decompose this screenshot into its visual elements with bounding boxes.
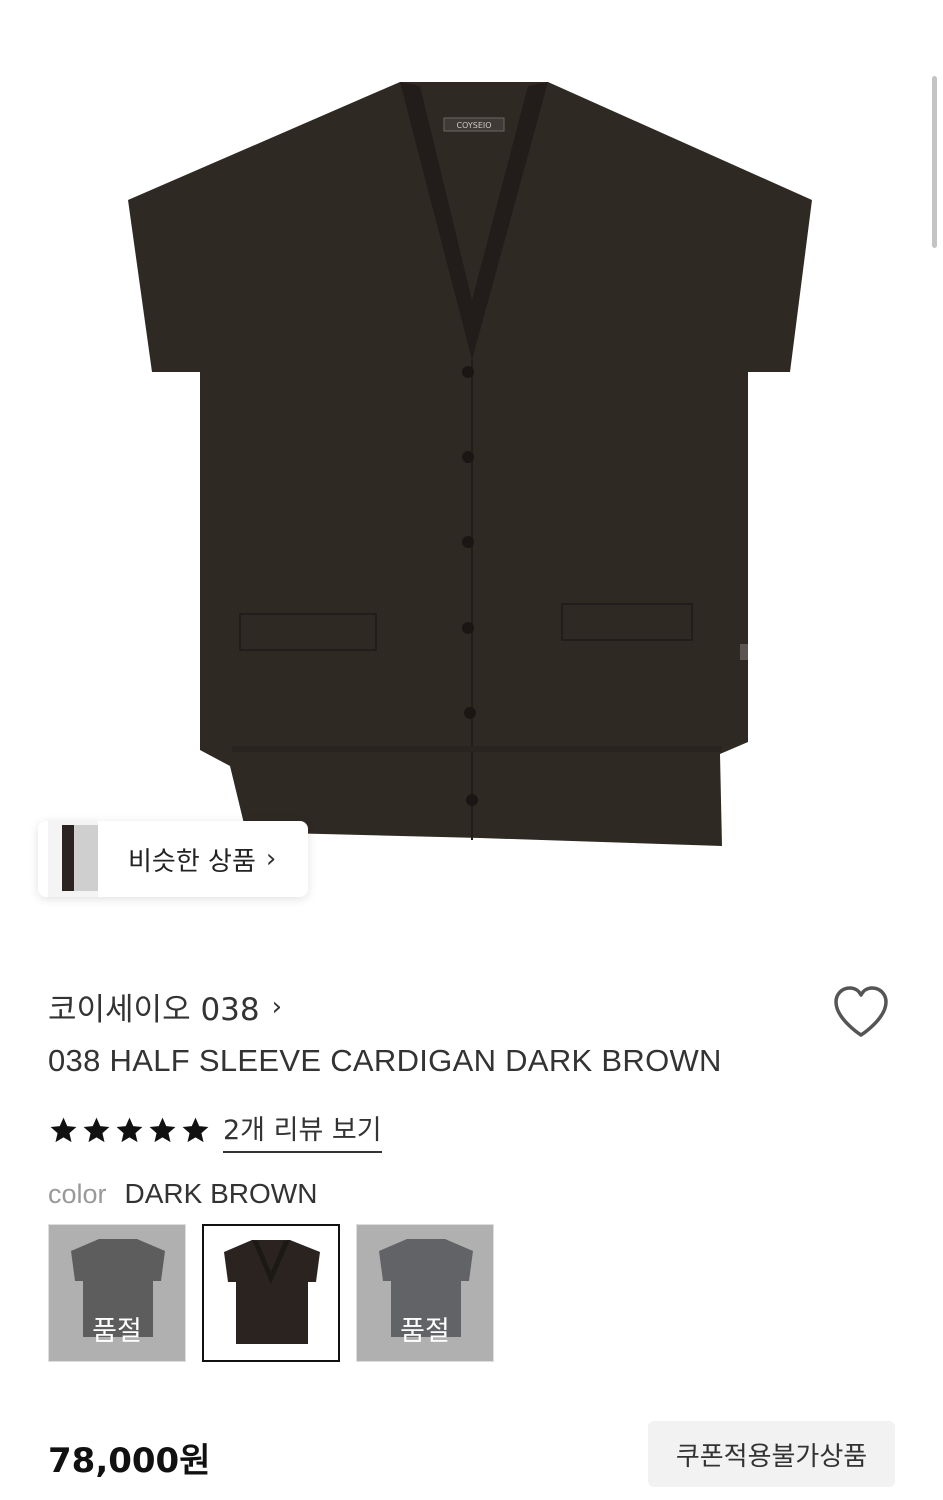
coupon-badge: 쿠폰적용불가상품 (648, 1421, 895, 1487)
brand-name: 코이세이오 038 (48, 992, 260, 1028)
heart-icon[interactable] (832, 985, 890, 1039)
star-icon (83, 1117, 110, 1143)
review-link[interactable]: 2개 리뷰 보기 (223, 1108, 382, 1153)
star-icon (182, 1117, 209, 1143)
color-option-2[interactable] (202, 1224, 340, 1362)
star-icon (116, 1117, 143, 1143)
sold-out-label: 품절 (400, 1316, 450, 1347)
logo-label: COYSEIO (456, 121, 491, 130)
color-option-3[interactable]: 품절 (356, 1224, 494, 1362)
product-title: 038 HALF SLEEVE CARDIGAN DARK BROWN (48, 1043, 722, 1078)
similar-thumbnail (48, 821, 98, 897)
chevron-right-icon: › (271, 991, 283, 1022)
similar-products-button[interactable]: 비슷한 상품 › (38, 821, 308, 897)
sold-out-label: 품절 (92, 1316, 142, 1347)
brand-link[interactable]: 코이세이오 038 › (48, 984, 282, 1029)
similar-products-label: 비슷한 상품 (128, 846, 256, 877)
product-price: 78,000원 (48, 1441, 211, 1481)
color-value: DARK BROWN (124, 1178, 318, 1209)
chevron-right-icon: › (265, 844, 277, 874)
rating-stars (48, 1115, 211, 1146)
color-option-1[interactable]: 품절 (48, 1224, 186, 1362)
star-icon (50, 1117, 77, 1143)
rating-row: 2개 리뷰 보기 (48, 1108, 382, 1153)
color-swatches: 품절 품절 (48, 1224, 494, 1362)
product-image: COYSEIO (0, 0, 943, 930)
color-label: color (48, 1179, 107, 1209)
star-icon (149, 1117, 176, 1143)
cardigan-illustration: COYSEIO (128, 82, 812, 846)
color-row: color DARK BROWN (48, 1178, 317, 1210)
